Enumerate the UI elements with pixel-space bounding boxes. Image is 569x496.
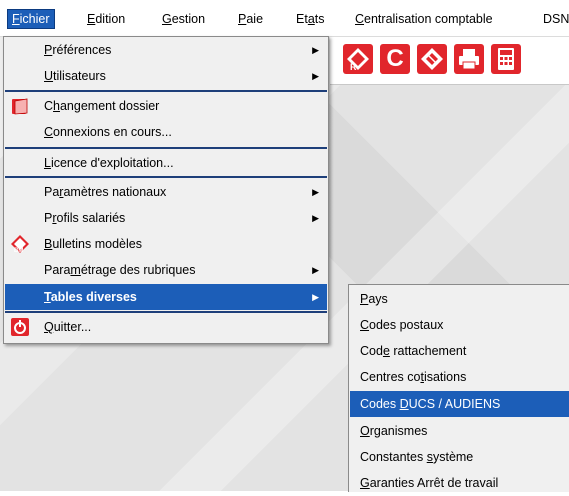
rubrique-button[interactable]: R	[343, 44, 373, 74]
submenu-arrow-icon: ▶	[312, 213, 319, 223]
menu-item-bulletins-modeles[interactable]: BM Bulletins modèles	[5, 231, 327, 257]
menu-item-label: Garanties Arrêt de travail	[360, 476, 499, 490]
menu-item-label: Pays	[360, 292, 388, 306]
menu-edition[interactable]: Edition	[83, 10, 129, 28]
menu-item-connexions[interactable]: Connexions en cours...	[5, 119, 327, 145]
menu-item-label: Codes postaux	[360, 318, 444, 332]
menu-item-label: Utilisateurs	[44, 69, 106, 83]
menu-dsn[interactable]: DSN	[539, 10, 569, 28]
menu-item-label: Organismes	[360, 424, 428, 438]
menu-fichier[interactable]: Fichier	[7, 9, 55, 29]
menu-item-profils-salaries[interactable]: Profils salariés ▶	[5, 205, 327, 231]
menu-item-label: Changement dossier	[44, 99, 160, 113]
menu-item-label: Profils salariés	[44, 211, 126, 225]
submenu-item-codes-postaux[interactable]: Codes postaux	[350, 312, 569, 338]
submenu-item-pays[interactable]: Pays	[350, 286, 569, 312]
submenu-arrow-icon: ▶	[312, 265, 319, 275]
menu-item-label: Paramètres nationaux	[44, 185, 167, 199]
menu-item-label: Licence d'exploitation...	[44, 156, 174, 170]
menu-separator	[5, 176, 327, 178]
submenu-item-centres-cotisations[interactable]: Centres cotisations	[350, 364, 569, 390]
submenu-arrow-icon: ▶	[312, 187, 319, 197]
tables-diverses-submenu: Pays Codes postaux Code rattachement Cen…	[348, 284, 569, 492]
printer-icon	[459, 49, 479, 70]
menu-separator	[5, 311, 327, 313]
menu-item-label: Centres cotisations	[360, 370, 467, 384]
menu-item-label: Connexions en cours...	[44, 125, 172, 139]
menu-bar: Fichier Edition Gestion Paie Etats Centr…	[0, 0, 569, 37]
menu-item-licence[interactable]: Licence d'exploitation...	[5, 150, 327, 176]
calculator-button[interactable]	[491, 44, 521, 74]
submenu-item-codes-ducs-audiens[interactable]: Codes DUCS / AUDIENS	[350, 391, 569, 417]
menu-item-label: Préférences	[44, 43, 112, 57]
submenu-item-constantes-systeme[interactable]: Constantes système	[350, 444, 569, 470]
submenu-item-organismes[interactable]: Organismes	[350, 418, 569, 444]
c-icon: C	[386, 45, 404, 72]
menu-item-label: Codes DUCS / AUDIENS	[360, 397, 501, 411]
svg-text:BM: BM	[14, 248, 23, 253]
menu-item-tables-diverses[interactable]: Tables diverses ▶	[5, 284, 327, 310]
submenu-arrow-icon: ▶	[312, 71, 319, 81]
menu-item-label: Paramétrage des rubriques	[44, 263, 196, 277]
submenu-arrow-icon: ▶	[312, 292, 319, 302]
menu-separator	[5, 147, 327, 149]
c-button[interactable]: C	[380, 44, 410, 74]
compass-icon	[421, 48, 443, 70]
menu-item-label: Tables diverses	[44, 290, 137, 304]
menu-centralisation-comptable[interactable]: Centralisation comptable	[351, 10, 497, 28]
menu-paie[interactable]: Paie	[234, 10, 267, 28]
menu-item-quitter[interactable]: Quitter...	[5, 314, 327, 340]
compass-button[interactable]	[417, 44, 447, 74]
submenu-arrow-icon: ▶	[312, 45, 319, 55]
submenu-item-garanties-arret-travail[interactable]: Garanties Arrêt de travail	[350, 470, 569, 496]
calculator-icon	[498, 48, 514, 70]
folder-icon	[12, 98, 28, 115]
fichier-dropdown: Préférences ▶ Utilisateurs ▶ Changement …	[3, 36, 329, 344]
menu-item-preferences[interactable]: Préférences ▶	[5, 37, 327, 63]
menu-gestion[interactable]: Gestion	[158, 10, 209, 28]
power-icon	[11, 318, 29, 336]
menu-item-utilisateurs[interactable]: Utilisateurs ▶	[5, 63, 327, 89]
menu-item-parametrage-rubriques[interactable]: Paramétrage des rubriques ▶	[5, 257, 327, 283]
menu-item-parametres-nationaux[interactable]: Paramètres nationaux ▶	[5, 179, 327, 205]
menu-item-changement-dossier[interactable]: Changement dossier	[5, 93, 327, 119]
menu-item-label: Constantes système	[360, 450, 474, 464]
svg-text:R: R	[350, 62, 357, 72]
rubrique-icon: R	[347, 48, 369, 72]
menu-separator	[5, 90, 327, 92]
menu-item-label: Quitter...	[44, 320, 92, 334]
menu-item-label: Code rattachement	[360, 344, 467, 358]
submenu-item-code-rattachement[interactable]: Code rattachement	[350, 338, 569, 364]
menu-etats[interactable]: Etats	[292, 10, 329, 28]
menu-item-label: Bulletins modèles	[44, 237, 142, 251]
print-button[interactable]	[454, 44, 484, 74]
bulletin-modele-icon: BM	[11, 235, 29, 253]
